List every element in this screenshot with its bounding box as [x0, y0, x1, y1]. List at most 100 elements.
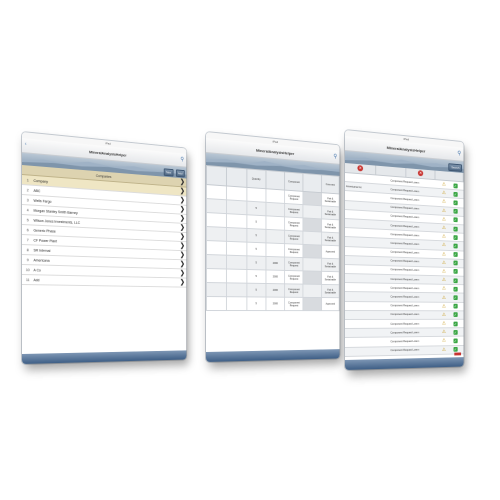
- tabs-button[interactable]: Tabs: [163, 168, 174, 177]
- warning-icon[interactable]: ⚠: [442, 295, 446, 301]
- warning-icon[interactable]: ⚠: [442, 312, 446, 318]
- screen-components: iPad MineralAnalysisHelper ⚲ Quantity Co…: [206, 132, 340, 362]
- warning-icon[interactable]: ⚠: [442, 234, 446, 240]
- warning-icon[interactable]: ⚠: [442, 329, 446, 335]
- warning-icon[interactable]: ⚠: [442, 260, 446, 266]
- table-row[interactable]: Component Request Lorem ⚠ ✓: [345, 301, 464, 311]
- row-detail: Component Request Lorem: [389, 292, 442, 302]
- warning-icon[interactable]: ⚠: [442, 321, 446, 327]
- row-index: 9: [26, 257, 29, 262]
- add-button[interactable]: Add: [175, 169, 185, 178]
- table-cell: Component Request: [284, 203, 304, 218]
- table-row[interactable]: 5 2000 Component Request Fair & Sustaina…: [206, 282, 340, 298]
- table-cell: Fair & Sustainable: [321, 205, 340, 220]
- cancel-icon[interactable]: ✕: [357, 165, 364, 172]
- check-icon[interactable]: ✓: [453, 191, 458, 197]
- table-cell: [206, 240, 227, 256]
- chevron-right-icon[interactable]: ❯: [178, 196, 186, 205]
- check-icon[interactable]: ✓: [453, 286, 458, 292]
- warning-icon[interactable]: ⚠: [442, 199, 446, 205]
- chevron-right-icon[interactable]: ❯: [178, 233, 186, 242]
- warning-icon[interactable]: ⚠: [442, 286, 446, 292]
- chevron-right-icon[interactable]: ❯: [178, 251, 186, 259]
- column-header[interactable]: [206, 165, 227, 186]
- check-icon[interactable]: ✓: [453, 321, 458, 326]
- chevron-right-icon[interactable]: ❯: [178, 242, 186, 251]
- check-icon[interactable]: ✓: [453, 269, 458, 275]
- check-icon[interactable]: ✓: [453, 312, 458, 318]
- warning-icon[interactable]: ⚠: [442, 277, 446, 283]
- check-icon[interactable]: ✓: [453, 347, 458, 352]
- chevron-right-icon[interactable]: ❯: [178, 278, 186, 286]
- warning-icon[interactable]: ⚠: [442, 269, 446, 275]
- row-index: 10: [25, 267, 30, 272]
- check-icon[interactable]: ✓: [453, 200, 458, 206]
- table-cell: [226, 241, 247, 256]
- status-text: iPad: [272, 139, 279, 144]
- warning-icon[interactable]: ⚠: [442, 208, 446, 214]
- table-cell: [303, 217, 322, 232]
- check-icon[interactable]: ✓: [453, 303, 458, 309]
- table-cell: [206, 184, 227, 200]
- row-name: [345, 291, 390, 302]
- table-cell: 5: [246, 214, 266, 230]
- table-cell: Component Request: [284, 230, 304, 245]
- chevron-right-icon[interactable]: ❯: [178, 205, 186, 214]
- warning-icon[interactable]: ⚠: [442, 338, 446, 344]
- back-icon[interactable]: ‹: [25, 141, 27, 147]
- check-icon[interactable]: ✓: [453, 260, 458, 266]
- check-icon[interactable]: ✓: [453, 252, 458, 257]
- check-icon[interactable]: ✓: [453, 183, 458, 189]
- row-name: [345, 346, 390, 357]
- table-cell: [303, 284, 322, 298]
- check-icon[interactable]: ✓: [453, 295, 458, 301]
- row-index: 2: [26, 187, 29, 192]
- check-icon[interactable]: ✓: [453, 226, 458, 232]
- status-text: iPad: [403, 136, 409, 142]
- check-icon[interactable]: ✓: [453, 234, 458, 240]
- warning-icon[interactable]: ⚠: [442, 190, 446, 196]
- chevron-right-icon[interactable]: ❯: [178, 269, 186, 277]
- chevron-right-icon[interactable]: ❯: [178, 260, 186, 268]
- check-icon[interactable]: ✓: [453, 243, 458, 249]
- company-list: 1 Company ❯ 2 ABC ❯ 3 Wells Fargo ❯ 4 Mo…: [22, 175, 187, 288]
- check-icon[interactable]: ✓: [453, 278, 458, 283]
- table-cell: [226, 227, 247, 243]
- chevron-right-icon[interactable]: ❯: [178, 187, 186, 196]
- search-icon[interactable]: ⚲: [333, 153, 337, 160]
- warning-icon[interactable]: ⚠: [442, 243, 446, 249]
- check-icon[interactable]: ✓: [453, 329, 458, 335]
- table-cell: [265, 229, 285, 244]
- warning-icon[interactable]: ⚠: [442, 303, 446, 309]
- search-icon[interactable]: ⚲: [457, 150, 461, 157]
- warning-icon[interactable]: ⚠: [442, 347, 446, 353]
- check-icon[interactable]: ✓: [453, 208, 458, 214]
- chevron-right-icon[interactable]: ❯: [178, 214, 186, 223]
- table-cell: [226, 255, 247, 270]
- warning-icon[interactable]: ⚠: [442, 216, 446, 222]
- search-button[interactable]: Search: [448, 163, 462, 172]
- column-header[interactable]: Component: [284, 171, 304, 192]
- warning-icon[interactable]: ⚠: [442, 251, 446, 257]
- chevron-right-icon[interactable]: ❯: [178, 224, 186, 233]
- column-header[interactable]: [265, 170, 285, 191]
- column-header[interactable]: [226, 167, 247, 188]
- column-header[interactable]: Quantity: [246, 168, 266, 189]
- search-icon[interactable]: ⚲: [180, 156, 184, 163]
- check-icon[interactable]: ✓: [453, 338, 458, 344]
- page-title: MineralAnalysisHelper: [89, 148, 127, 158]
- warning-icon[interactable]: ⚠: [442, 182, 446, 188]
- table-cell: 5: [246, 242, 266, 257]
- table-cell: 2000: [265, 256, 285, 271]
- cancel-icon[interactable]: ✕: [417, 170, 424, 177]
- warning-icon[interactable]: ⚠: [442, 225, 446, 231]
- table-row[interactable]: Component Request Lorem ⚠ ✓: [345, 310, 464, 320]
- table-row[interactable]: 5 2000 Component Request Approved: [206, 296, 340, 311]
- column-header[interactable]: [303, 173, 322, 193]
- table-cell: 5: [246, 269, 266, 284]
- table-row[interactable]: Component Request Lorem ⚠ ✓: [345, 345, 464, 357]
- check-icon[interactable]: ✓: [453, 217, 458, 223]
- column-header[interactable]: Comment: [321, 174, 340, 194]
- table-cell: [226, 185, 247, 202]
- table-cell: 5: [246, 283, 266, 298]
